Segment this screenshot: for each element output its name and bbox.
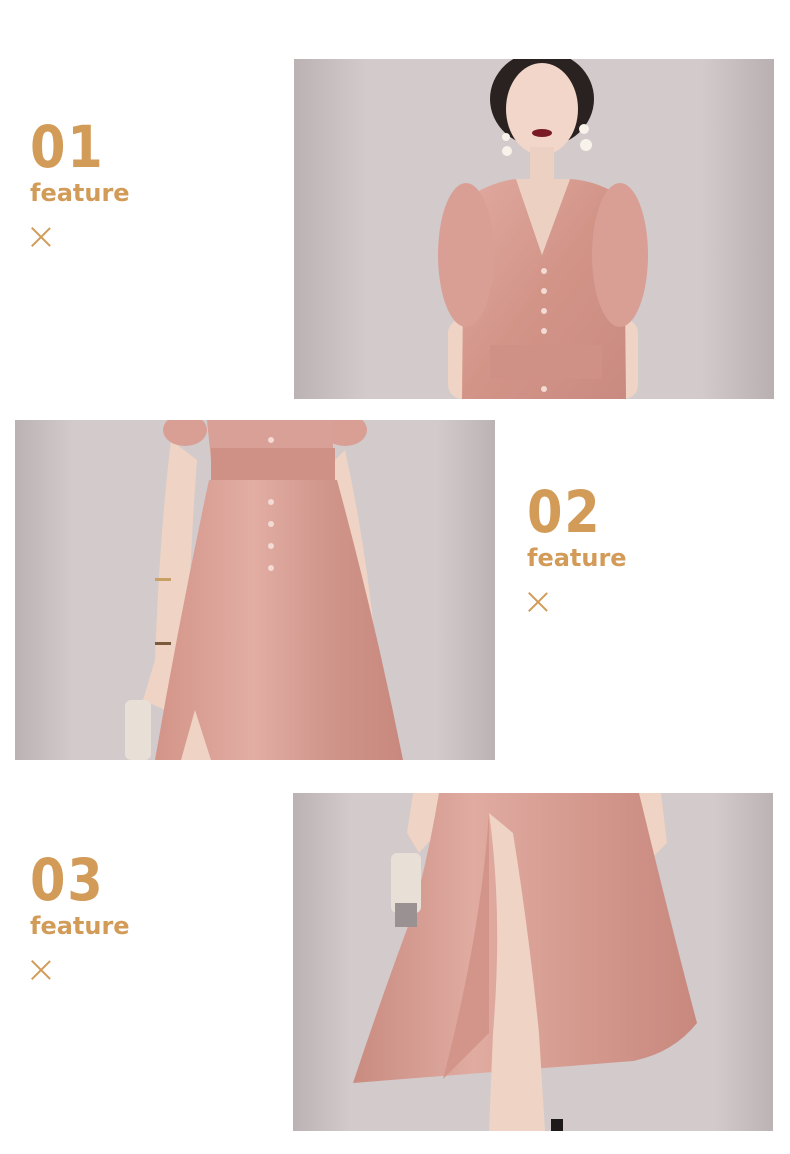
feature-number: 03: [30, 846, 105, 914]
close-icon: [30, 226, 52, 248]
dress-photo-bottom: [293, 793, 773, 1131]
feature-number: 02: [527, 478, 602, 546]
dress-photo-middle: [15, 420, 495, 760]
dress-photo-top: [294, 59, 774, 399]
feature-label: feature: [30, 179, 130, 207]
feature-label: feature: [30, 912, 130, 940]
feature-block-02: 02 feature: [527, 483, 627, 613]
feature-label: feature: [527, 544, 627, 572]
close-icon: [527, 591, 549, 613]
close-icon: [30, 959, 52, 981]
feature-block-01: 01 feature: [30, 118, 130, 248]
feature-number: 01: [30, 113, 105, 181]
feature-block-03: 03 feature: [30, 851, 130, 981]
